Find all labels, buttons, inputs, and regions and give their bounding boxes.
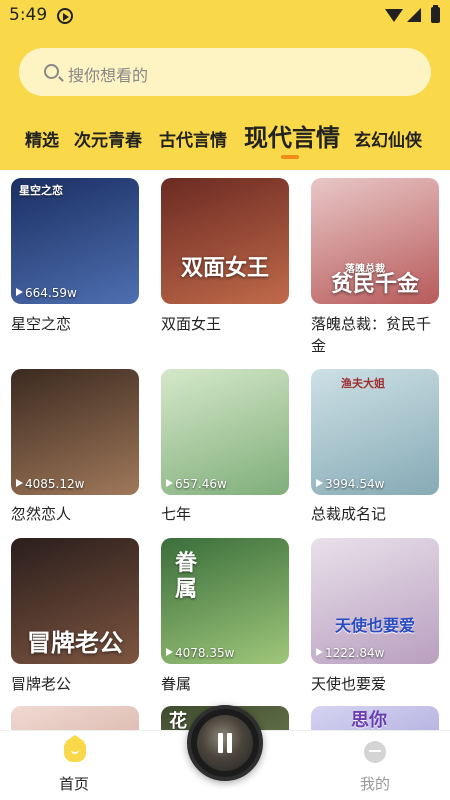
cover-subtitle-text: 眷属 bbox=[175, 550, 198, 602]
play-icon bbox=[166, 648, 173, 656]
book-title[interactable]: 七年 bbox=[161, 503, 293, 525]
book-cover[interactable]: 眷属 4078.35w bbox=[161, 538, 289, 664]
cover-title-text: 冒牌老公 bbox=[27, 628, 123, 657]
pause-icon[interactable] bbox=[216, 733, 234, 753]
cover-image bbox=[11, 706, 139, 730]
book-card[interactable]: 657.46w 七年 bbox=[161, 369, 293, 523]
category-tabs: 精选 次元青春 古代言情 现代言情 玄幻仙侠 bbox=[0, 118, 450, 162]
status-time: 5:49 bbox=[9, 5, 48, 25]
play-icon bbox=[16, 288, 23, 296]
cover-title-text: 星空之恋 bbox=[19, 184, 63, 197]
search-placeholder: 搜你想看的 bbox=[68, 66, 149, 85]
cover-subtitle-text: 思你 bbox=[351, 710, 387, 730]
book-card[interactable]: 双面女王 双面女王 bbox=[161, 178, 293, 333]
cover-title-text: 贫民千金 bbox=[330, 271, 419, 297]
mini-player-button[interactable] bbox=[187, 705, 263, 781]
play-icon bbox=[316, 648, 323, 656]
play-count: 4085.12w bbox=[25, 477, 85, 491]
book-grid: 星空之恋 664.59w 星空之恋 双面女王 双面女王 落魄总裁 贫民千金 落魄… bbox=[0, 170, 450, 730]
tab-home-label[interactable]: 首页 bbox=[59, 773, 89, 794]
battery-icon bbox=[431, 5, 440, 23]
book-cover[interactable]: 4085.12w bbox=[11, 369, 139, 495]
book-cover[interactable]: 落魄总裁 贫民千金 bbox=[311, 178, 439, 304]
home-icon[interactable] bbox=[64, 735, 86, 762]
active-tab-indicator bbox=[281, 155, 299, 159]
book-title[interactable]: 落魄总裁：贫民千金 bbox=[311, 313, 443, 357]
media-playing-icon bbox=[57, 8, 73, 24]
tab-gudai-yanqing[interactable]: 古代言情 bbox=[159, 126, 227, 151]
tab-mine-label[interactable]: 我的 bbox=[360, 773, 390, 794]
tab-xiandai-yanqing[interactable]: 现代言情 bbox=[244, 118, 340, 153]
play-icon bbox=[316, 479, 323, 487]
book-title[interactable]: 天使也要爱 bbox=[311, 673, 443, 695]
book-title[interactable]: 双面女王 bbox=[161, 313, 293, 335]
book-title[interactable]: 总裁成名记 bbox=[311, 503, 443, 525]
book-title[interactable]: 冒牌老公 bbox=[11, 673, 143, 695]
search-bar[interactable]: 搜你想看的 bbox=[19, 48, 431, 96]
search-icon bbox=[44, 64, 59, 79]
book-card[interactable] bbox=[11, 706, 143, 730]
cover-subtitle-text: 渔夫大姐 bbox=[341, 377, 385, 390]
book-card[interactable]: 天使也要爱 1222.84w 天使也要爱 bbox=[311, 538, 443, 693]
play-count: 4078.35w bbox=[175, 646, 235, 660]
book-cover[interactable]: 天使也要爱 1222.84w bbox=[311, 538, 439, 664]
signal-icon bbox=[407, 8, 421, 22]
book-cover[interactable] bbox=[11, 706, 139, 730]
play-count: 1222.84w bbox=[325, 646, 385, 660]
book-card[interactable]: 思你 bbox=[311, 706, 443, 730]
book-card[interactable]: 渔夫大姐 3994.54w 总裁成名记 bbox=[311, 369, 443, 523]
book-title[interactable]: 眷属 bbox=[161, 673, 293, 695]
book-card[interactable]: 眷属 4078.35w 眷属 bbox=[161, 538, 293, 693]
cover-title-text: 双面女王 bbox=[180, 255, 269, 281]
book-card[interactable]: 落魄总裁 贫民千金 落魄总裁：贫民千金 bbox=[311, 178, 443, 355]
cover-image bbox=[161, 178, 289, 304]
book-cover[interactable]: 星空之恋 664.59w bbox=[11, 178, 139, 304]
play-count: 3994.54w bbox=[325, 477, 385, 491]
play-icon bbox=[166, 479, 173, 487]
book-title[interactable]: 忽然恋人 bbox=[11, 503, 143, 525]
header: 5:49 搜你想看的 精选 次元青春 古代言情 现代言情 玄幻仙侠 bbox=[0, 0, 450, 170]
cover-title-text: 天使也要爱 bbox=[334, 616, 415, 635]
play-count: 657.46w bbox=[175, 477, 227, 491]
tab-jingxuan[interactable]: 精选 bbox=[25, 126, 59, 151]
book-cover[interactable]: 渔夫大姐 3994.54w bbox=[311, 369, 439, 495]
book-card[interactable]: 冒牌老公 冒牌老公 bbox=[11, 538, 143, 693]
book-card[interactable]: 4085.12w 忽然恋人 bbox=[11, 369, 143, 523]
book-card[interactable]: 星空之恋 664.59w 星空之恋 bbox=[11, 178, 143, 333]
tab-xuanhuan-xianxia[interactable]: 玄幻仙侠 bbox=[354, 126, 422, 151]
book-cover[interactable]: 双面女王 bbox=[161, 178, 289, 304]
book-cover[interactable]: 思你 bbox=[311, 706, 439, 730]
tab-ciyuan-qingchun[interactable]: 次元青春 bbox=[74, 126, 142, 151]
wifi-icon bbox=[385, 9, 403, 22]
profile-icon[interactable] bbox=[364, 741, 386, 763]
status-bar: 5:49 bbox=[0, 0, 450, 32]
book-cover[interactable]: 657.46w bbox=[161, 369, 289, 495]
book-cover[interactable]: 冒牌老公 bbox=[11, 538, 139, 664]
book-title[interactable]: 星空之恋 bbox=[11, 313, 143, 335]
cover-subtitle-text: 花 bbox=[169, 711, 187, 730]
play-count: 664.59w bbox=[25, 286, 77, 300]
play-icon bbox=[16, 479, 23, 487]
